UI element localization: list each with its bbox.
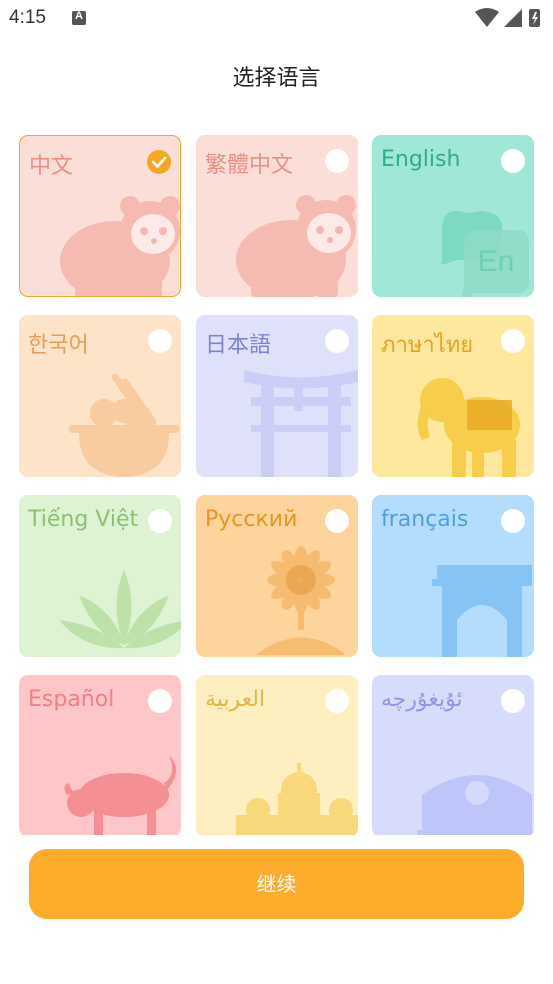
language-option[interactable]: Español [19,675,181,835]
language-label: 繁體中文 [205,153,294,178]
radio-button[interactable] [325,689,349,713]
language-option[interactable]: العربية [196,675,358,835]
notification-icon: A [72,10,86,25]
status-time: 4:15 [9,7,46,28]
language-label: ภาษาไทย [381,333,474,358]
language-label: 日本語 [205,333,272,358]
continue-button[interactable]: 继续 [29,849,524,919]
language-option[interactable]: ภาษาไทย [372,315,534,477]
svg-text:En: En [478,245,515,278]
wifi-icon [475,8,499,27]
radio-button[interactable] [325,329,349,353]
page-title: 选择语言 [232,66,321,91]
checkmark-icon[interactable] [147,150,171,174]
language-label: العربية [205,687,266,712]
language-option[interactable]: 中文 [19,135,181,297]
language-label: Русский [205,507,298,532]
language-label: 한국어 [28,333,89,358]
language-option[interactable]: Русский [196,495,358,657]
language-option[interactable]: français [372,495,534,657]
language-option[interactable]: Tiếng Việt [19,495,181,657]
language-option[interactable]: 繁體中文 [196,135,358,297]
language-label: 中文 [29,154,74,179]
radio-button[interactable] [148,689,172,713]
radio-button[interactable] [501,329,525,353]
status-icons [475,8,540,27]
language-label: Español [28,687,115,712]
radio-button[interactable] [325,149,349,173]
signal-icon [504,9,522,27]
radio-button[interactable] [148,509,172,533]
radio-button[interactable] [501,509,525,533]
radio-button[interactable] [501,689,525,713]
language-option[interactable]: 日本語 [196,315,358,477]
language-label: ئۇيغۇرچە [381,687,463,712]
language-label: English [381,147,461,172]
language-label: Tiếng Việt [28,507,139,532]
status-bar: 4:15 A [0,0,553,36]
language-option[interactable]: ئۇيغۇرچە [372,675,534,835]
language-option[interactable]: 한국어 [19,315,181,477]
language-option[interactable]: En English [372,135,534,297]
radio-button[interactable] [501,149,525,173]
radio-button[interactable] [148,329,172,353]
radio-button[interactable] [325,509,349,533]
language-grid: 中文 繁體中文 En English 한국어 日本語 ภาษาไทย Tiếng Việt Ру… [19,135,534,835]
language-label: français [381,507,469,532]
